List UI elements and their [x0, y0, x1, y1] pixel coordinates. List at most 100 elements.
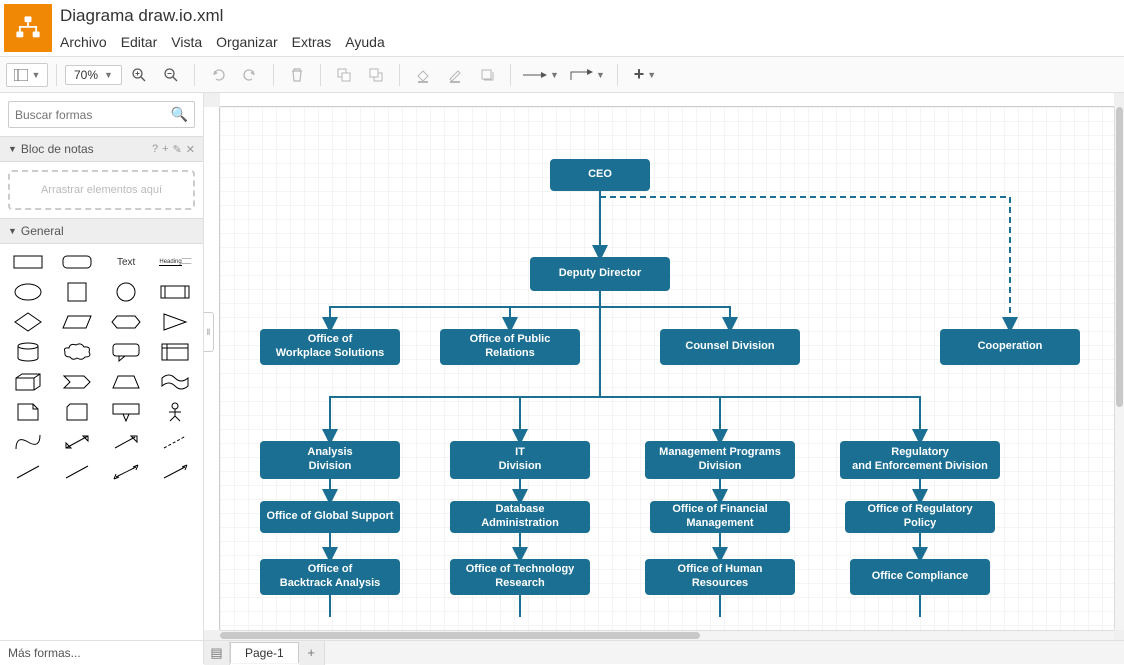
node-office-pr[interactable]: Office of Public Relations: [440, 329, 580, 365]
connectors: [220, 107, 1114, 630]
add-page-icon[interactable]: +: [299, 641, 325, 665]
shape-arrow-thin[interactable]: [160, 462, 190, 482]
shape-parallelogram[interactable]: [62, 312, 92, 332]
shape-ellipse[interactable]: [13, 282, 43, 302]
edit-icon[interactable]: ✎: [173, 143, 182, 156]
shape-hexagon[interactable]: [111, 312, 141, 332]
scratchpad-title: Bloc de notas: [21, 142, 94, 156]
node-mgmt-programs[interactable]: Management Programs Division: [645, 441, 795, 479]
zoom-out-icon[interactable]: [156, 61, 186, 89]
shape-square[interactable]: [62, 282, 92, 302]
sidebar-splitter[interactable]: [204, 312, 214, 352]
more-shapes-button[interactable]: Más formas...: [0, 640, 204, 664]
general-title: General: [21, 224, 64, 238]
delete-icon[interactable]: [282, 61, 312, 89]
scrollbar-vertical[interactable]: [1114, 107, 1124, 630]
shape-note[interactable]: [13, 402, 43, 422]
menu-file[interactable]: Archivo: [60, 34, 107, 50]
main: 🔍 ▼ Bloc de notas ? + ✎ ✕ Arrastrar elem…: [0, 93, 1124, 640]
node-regulatory[interactable]: Regulatory and Enforcement Division: [840, 441, 1000, 479]
canvas[interactable]: CEO Deputy Director Office of Workplace …: [220, 107, 1114, 630]
toolbar: ▼ 70% ▼ ▼ ▼ +▼: [0, 57, 1124, 93]
node-it[interactable]: IT Division: [450, 441, 590, 479]
scrollbar-horizontal[interactable]: [220, 630, 1114, 640]
page-tab-1[interactable]: Page-1: [230, 642, 299, 663]
waypoint-style-dropdown[interactable]: ▼: [565, 61, 609, 89]
node-office-workplace[interactable]: Office of Workplace Solutions: [260, 329, 400, 365]
shape-card[interactable]: [62, 402, 92, 422]
node-counsel[interactable]: Counsel Division: [660, 329, 800, 365]
page-menu-icon[interactable]: ▤: [204, 641, 230, 665]
document-title[interactable]: Diagrama draw.io.xml: [60, 0, 1124, 28]
shape-rect[interactable]: [13, 252, 43, 272]
search-input[interactable]: [15, 108, 171, 122]
shape-actor[interactable]: [160, 402, 190, 422]
shape-cube[interactable]: [13, 372, 43, 392]
shape-cloud[interactable]: [62, 342, 92, 362]
menu-view[interactable]: Vista: [171, 34, 202, 50]
shape-bidir-thin[interactable]: [111, 462, 141, 482]
menu-edit[interactable]: Editar: [121, 34, 158, 50]
node-fin-mgmt[interactable]: Office of Financial Management: [650, 501, 790, 533]
scratchpad-header[interactable]: ▼ Bloc de notas ? + ✎ ✕: [0, 136, 203, 162]
shape-arrow[interactable]: [111, 432, 141, 452]
menu-arrange[interactable]: Organizar: [216, 34, 277, 50]
shape-diamond[interactable]: [13, 312, 43, 332]
search-icon: 🔍: [171, 106, 188, 123]
help-icon[interactable]: ?: [152, 143, 158, 156]
general-shapes-header[interactable]: ▼ General: [0, 218, 203, 244]
shape-step[interactable]: [62, 372, 92, 392]
node-cooperation[interactable]: Cooperation: [940, 329, 1080, 365]
line-color-icon[interactable]: [440, 61, 470, 89]
node-tech-research[interactable]: Office of Technology Research: [450, 559, 590, 595]
ruler-vertical: [204, 107, 220, 630]
redo-icon[interactable]: [235, 61, 265, 89]
shape-tape[interactable]: [160, 372, 190, 392]
node-deputy[interactable]: Deputy Director: [530, 257, 670, 291]
shape-line2[interactable]: [62, 462, 92, 482]
shape-callout[interactable]: [111, 342, 141, 362]
add-icon[interactable]: +: [162, 143, 168, 156]
menu-help[interactable]: Ayuda: [345, 34, 384, 50]
to-front-icon[interactable]: [329, 61, 359, 89]
shape-text[interactable]: Text: [111, 252, 141, 272]
menu-extras[interactable]: Extras: [292, 34, 332, 50]
scratchpad-dropzone[interactable]: Arrastrar elementos aquí: [8, 170, 195, 210]
node-global-support[interactable]: Office of Global Support: [260, 501, 400, 533]
zoom-dropdown[interactable]: 70% ▼: [65, 65, 122, 85]
shape-bidir-arrow[interactable]: [62, 432, 92, 452]
shape-callout2[interactable]: [111, 402, 141, 422]
insert-dropdown[interactable]: +▼: [626, 61, 664, 89]
undo-icon[interactable]: [203, 61, 233, 89]
canvas-area: CEO Deputy Director Office of Workplace …: [204, 93, 1124, 640]
view-toggle[interactable]: ▼: [6, 63, 48, 87]
fill-color-icon[interactable]: [408, 61, 438, 89]
node-db-admin[interactable]: Database Administration: [450, 501, 590, 533]
shape-process[interactable]: [160, 282, 190, 302]
shape-trapezoid[interactable]: [111, 372, 141, 392]
node-ceo[interactable]: CEO: [550, 159, 650, 191]
node-hr[interactable]: Office of Human Resources: [645, 559, 795, 595]
node-analysis[interactable]: Analysis Division: [260, 441, 400, 479]
shape-circle[interactable]: [111, 282, 141, 302]
zoom-value: 70%: [74, 68, 98, 82]
shape-triangle[interactable]: [160, 312, 190, 332]
shape-dashed-line[interactable]: [160, 432, 190, 452]
node-compliance[interactable]: Office Compliance: [850, 559, 990, 595]
shape-cylinder[interactable]: [13, 342, 43, 362]
search-shapes[interactable]: 🔍: [8, 101, 195, 128]
node-reg-policy[interactable]: Office of Regulatory Policy: [845, 501, 995, 533]
shadow-icon[interactable]: [472, 61, 502, 89]
to-back-icon[interactable]: [361, 61, 391, 89]
shape-line[interactable]: [13, 462, 43, 482]
shape-rounded-rect[interactable]: [62, 252, 92, 272]
app-logo[interactable]: [4, 4, 52, 52]
connection-style-dropdown[interactable]: ▼: [519, 61, 563, 89]
header: Diagrama draw.io.xml Archivo Editar Vist…: [0, 0, 1124, 57]
node-backtrack[interactable]: Office of Backtrack Analysis: [260, 559, 400, 595]
close-icon[interactable]: ✕: [186, 143, 195, 156]
shape-internal-storage[interactable]: [160, 342, 190, 362]
shape-heading[interactable]: Heading━━━━━━━━: [160, 252, 190, 272]
shape-curve[interactable]: [13, 432, 43, 452]
zoom-in-icon[interactable]: [124, 61, 154, 89]
